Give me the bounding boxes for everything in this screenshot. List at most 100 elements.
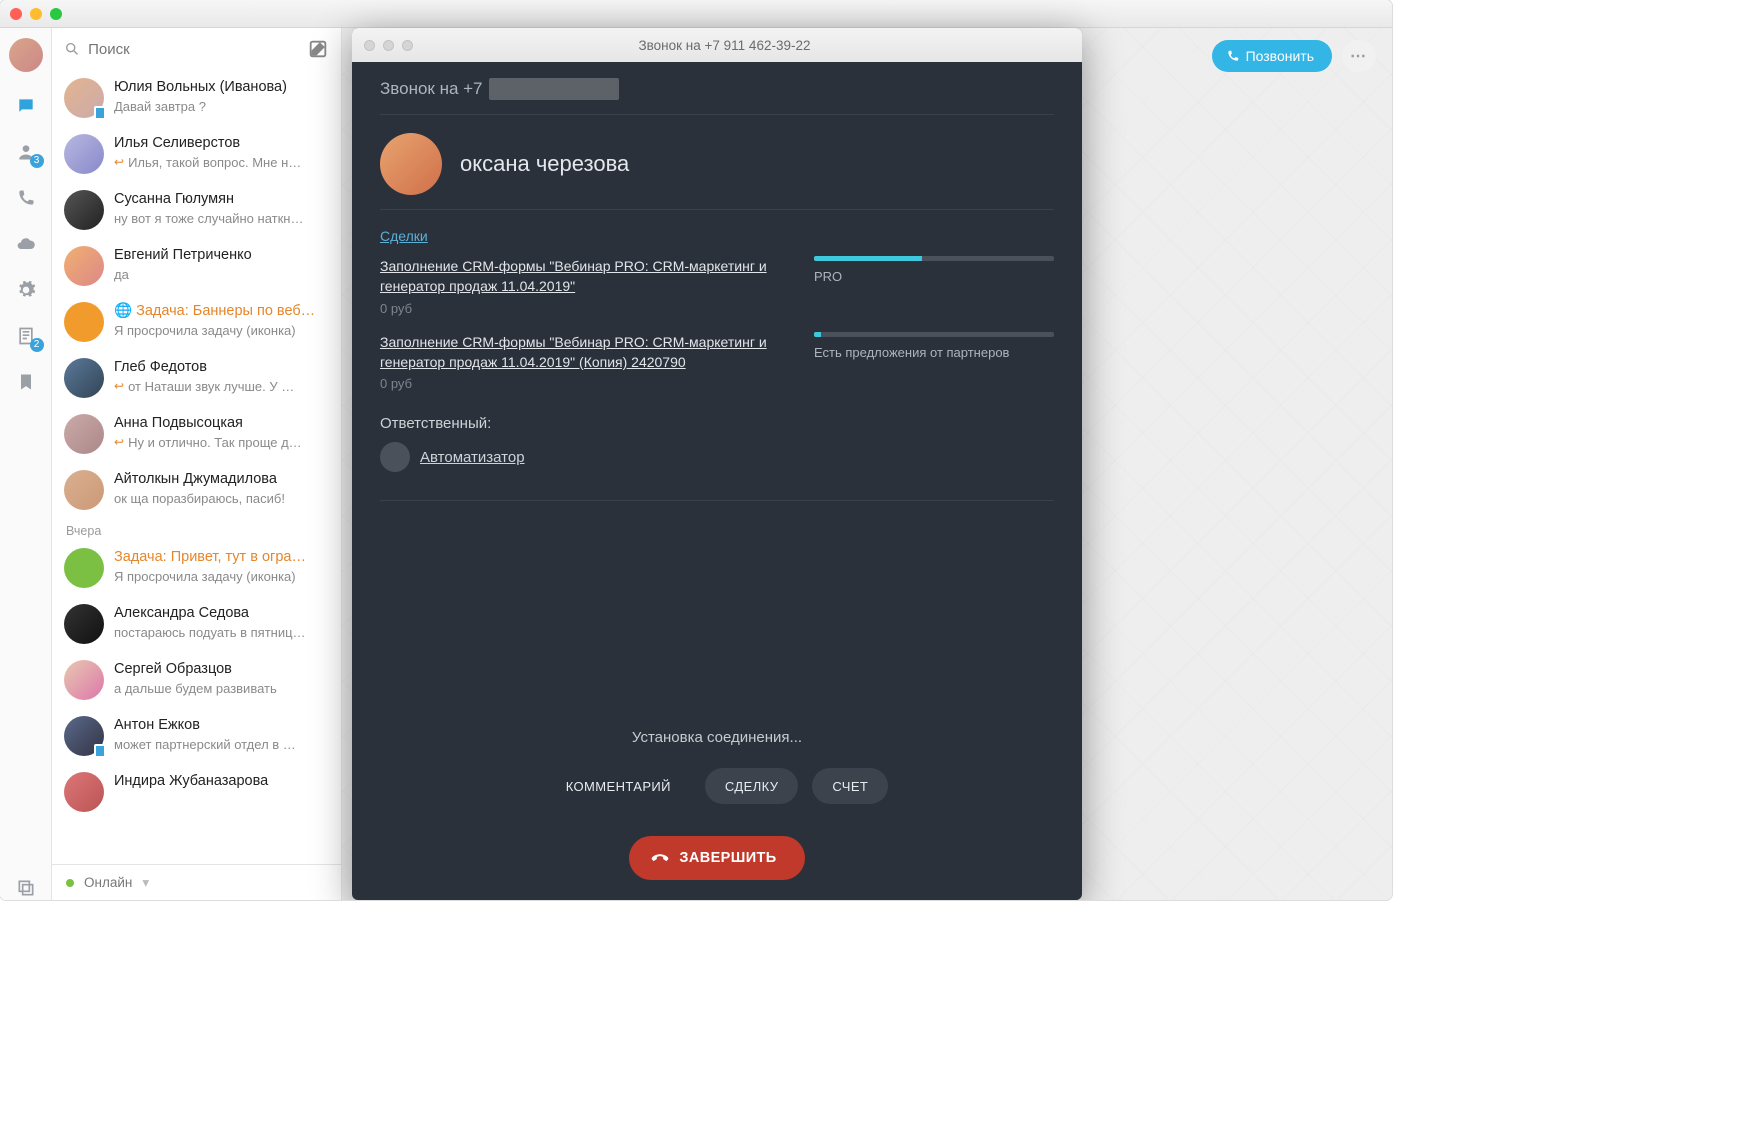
deals-list: Заполнение CRM-формы "Вебинар PRO: CRM-м… <box>380 256 1054 407</box>
calls-icon[interactable] <box>14 186 38 210</box>
deal-button[interactable]: СДЕЛКУ <box>705 768 799 804</box>
compose-button[interactable] <box>307 38 329 60</box>
call-window-titlebar: Звонок на +7 911 462-39-22 <box>352 28 1082 62</box>
call-heading-text: Звонок на +7 <box>380 79 483 99</box>
chat-item[interactable]: Индира Жубаназарова <box>52 764 341 820</box>
deals-heading[interactable]: Сделки <box>380 228 1054 244</box>
call-actions: КОММЕНТАРИЙ СДЕЛКУ СЧЕТ <box>380 768 1054 804</box>
chat-preview: ок ща поразбираюсь, пасиб! <box>114 490 329 508</box>
chat-name: Сусанна Гюлумян <box>114 190 329 210</box>
chat-name: Юлия Вольных (Иванова) <box>114 78 329 98</box>
status-dot-icon <box>66 879 74 887</box>
chat-item[interactable]: Задача: Привет, тут в огра… Я просрочила… <box>52 540 341 596</box>
deal-title[interactable]: Заполнение CRM-формы "Вебинар PRO: CRM-м… <box>380 256 788 297</box>
reply-icon: ↩ <box>114 154 124 170</box>
globe-icon: 🌐 <box>114 303 136 319</box>
reply-icon: ↩ <box>114 434 124 450</box>
cloud-icon[interactable] <box>14 232 38 256</box>
chat-item[interactable]: Антон Ежков может партнерский отдел в … <box>52 708 341 764</box>
chat-name: Глеб Федотов <box>114 358 329 378</box>
responsible-name[interactable]: Автоматизатор <box>420 449 525 466</box>
chat-preview: Я просрочила задачу (иконка) <box>114 568 329 586</box>
chat-preview: ↩ от Наташи звук лучше. У … <box>114 378 329 396</box>
chat-preview: постараюсь подуать в пятниц… <box>114 624 329 642</box>
call-button-label: Позвонить <box>1246 48 1314 64</box>
more-button[interactable]: ⋯ <box>1342 40 1376 72</box>
window-close-icon[interactable] <box>10 8 22 20</box>
chat-name: 🌐 Задача: Баннеры по веб… <box>114 302 329 322</box>
call-body: Звонок на +7 оксана черезова Сделки Запо… <box>352 62 1082 900</box>
deal-progress <box>814 332 1054 337</box>
call-button[interactable]: Позвонить <box>1212 40 1332 72</box>
chat-name: Александра Седова <box>114 604 329 624</box>
chat-name: Анна Подвысоцкая <box>114 414 329 434</box>
deal-item: Заполнение CRM-формы "Вебинар PRO: CRM-м… <box>380 332 1054 392</box>
notes-badge: 2 <box>30 338 44 352</box>
chat-item[interactable]: Айтолкын Джумадилова ок ща поразбираюсь,… <box>52 462 341 518</box>
chat-item[interactable]: Юлия Вольных (Иванова) Давай завтра ? <box>52 70 341 126</box>
mac-titlebar <box>0 0 1392 28</box>
chat-avatar <box>64 246 104 286</box>
deal-stage: PRO <box>814 269 1054 284</box>
deal-stage: Есть предложения от партнеров <box>814 345 1054 360</box>
deal-progress <box>814 256 1054 261</box>
section-label: Вчера <box>52 518 341 540</box>
end-row: ЗАВЕРШИТЬ <box>380 828 1054 880</box>
deal-item: Заполнение CRM-формы "Вебинар PRO: CRM-м… <box>380 256 1054 316</box>
app-window: 3 2 <box>0 0 1392 900</box>
responsible-avatar <box>380 442 410 472</box>
chat-avatar <box>64 660 104 700</box>
chat-item[interactable]: 🌐 Задача: Баннеры по веб… Я просрочила з… <box>52 294 341 350</box>
main-area: Позвонить ⋯ Звонок на +7 911 462-39-22 З… <box>342 28 1392 900</box>
chat-name: Евгений Петриченко <box>114 246 329 266</box>
chat-preview: может партнерский отдел в … <box>114 736 329 754</box>
status-chevron-icon[interactable]: ▾ <box>142 875 149 891</box>
chat-preview: Давай завтра ? <box>114 98 329 116</box>
app-body: 3 2 <box>0 28 1392 900</box>
notes-icon[interactable]: 2 <box>14 324 38 348</box>
chat-name: Илья Селиверстов <box>114 134 329 154</box>
chat-preview: а дальше будем развивать <box>114 680 329 698</box>
search-box[interactable] <box>64 40 297 58</box>
nav-rail: 3 2 <box>0 28 52 900</box>
mobile-badge-icon <box>94 106 106 120</box>
chat-preview: ↩ Ну и отлично. Так проще д… <box>114 434 329 452</box>
chat-name: Сергей Образцов <box>114 660 329 680</box>
divider <box>380 209 1054 210</box>
chat-avatar <box>64 470 104 510</box>
settings-icon[interactable] <box>14 278 38 302</box>
chat-item[interactable]: Евгений Петриченко да <box>52 238 341 294</box>
redacted-number <box>489 78 619 100</box>
chat-item[interactable]: Глеб Федотов ↩ от Наташи звук лучше. У … <box>52 350 341 406</box>
copy-icon[interactable] <box>14 876 38 900</box>
chat-item[interactable]: Сусанна Гюлумян ну вот я тоже случайно н… <box>52 182 341 238</box>
deal-price: 0 руб <box>380 301 788 316</box>
end-call-button[interactable]: ЗАВЕРШИТЬ <box>629 836 804 880</box>
chat-item[interactable]: Анна Подвысоцкая ↩ Ну и отлично. Так про… <box>52 406 341 462</box>
chat-preview: да <box>114 266 329 284</box>
bookmarks-icon[interactable] <box>14 370 38 394</box>
contacts-icon[interactable]: 3 <box>14 140 38 164</box>
call-close-icon[interactable] <box>364 40 375 51</box>
comment-button[interactable]: КОММЕНТАРИЙ <box>546 768 691 804</box>
chat-item[interactable]: Сергей Образцов а дальше будем развивать <box>52 652 341 708</box>
chat-item[interactable]: Александра Седова постараюсь подуать в п… <box>52 596 341 652</box>
deal-title[interactable]: Заполнение CRM-формы "Вебинар PRO: CRM-м… <box>380 332 788 373</box>
current-user-avatar[interactable] <box>9 38 43 72</box>
search-input[interactable] <box>88 41 297 58</box>
call-window: Звонок на +7 911 462-39-22 Звонок на +7 … <box>352 28 1082 900</box>
chat-avatar <box>64 358 104 398</box>
contacts-badge: 3 <box>30 154 44 168</box>
chat-avatar <box>64 190 104 230</box>
invoice-button[interactable]: СЧЕТ <box>812 768 888 804</box>
search-row <box>52 28 341 70</box>
chats-icon[interactable] <box>14 94 38 118</box>
divider <box>380 500 1054 501</box>
phone-icon <box>1226 49 1240 63</box>
call-heading: Звонок на +7 <box>380 78 1054 100</box>
chat-item[interactable]: Илья Селиверстов ↩ Илья, такой вопрос. М… <box>52 126 341 182</box>
chat-avatar <box>64 414 104 454</box>
chat-list[interactable]: Юлия Вольных (Иванова) Давай завтра ? Ил… <box>52 70 341 864</box>
window-minimize-icon[interactable] <box>30 8 42 20</box>
window-zoom-icon[interactable] <box>50 8 62 20</box>
